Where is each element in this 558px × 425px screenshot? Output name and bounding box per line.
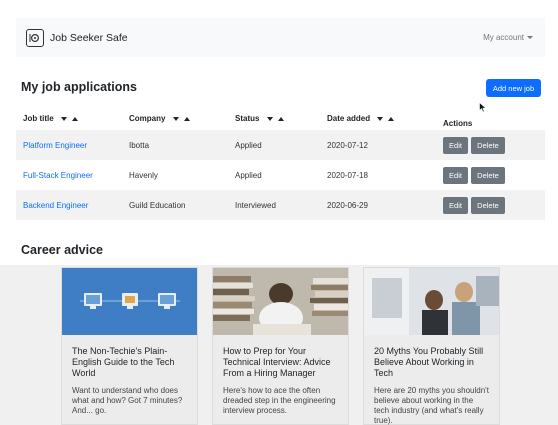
job-title-cell: Platform Engineer <box>16 130 122 160</box>
column-date-added[interactable]: Date added <box>320 107 436 130</box>
column-label: Date added <box>327 114 371 123</box>
company-cell: Ibotta <box>122 130 228 160</box>
edit-button[interactable]: Edit <box>443 136 468 154</box>
account-label: My account <box>483 33 524 42</box>
card-title[interactable]: 20 Myths You Probably Still Believe Abou… <box>374 346 489 379</box>
account-dropdown[interactable]: My account <box>483 33 533 42</box>
advice-card[interactable]: 20 Myths You Probably Still Believe Abou… <box>363 267 500 425</box>
status-cell: Interviewed <box>228 190 320 220</box>
job-title-link[interactable]: Backend Engineer <box>23 201 88 210</box>
card-body: 20 Myths You Probably Still Believe Abou… <box>364 335 499 425</box>
sort-controls <box>60 116 78 121</box>
monitors-illustration-icon <box>80 293 180 309</box>
sort-controls <box>266 116 284 121</box>
books-photo-icon <box>213 268 348 335</box>
card-image-office <box>364 268 499 335</box>
table-row: Platform Engineer Ibotta Applied 2020-07… <box>16 130 545 160</box>
delete-button[interactable]: Delete <box>471 166 505 184</box>
card-text: Here's how to ace the often dreaded step… <box>223 386 336 415</box>
card-body: How to Prep for Your Technical Interview… <box>213 335 348 416</box>
sort-desc-icon[interactable] <box>266 116 273 121</box>
column-status[interactable]: Status <box>228 107 320 130</box>
company-cell: Guild Education <box>122 190 228 220</box>
company-cell: Havenly <box>122 160 228 190</box>
sort-desc-icon[interactable] <box>377 116 384 121</box>
sort-controls <box>377 116 395 121</box>
office-photo-icon <box>364 268 499 335</box>
brand-name: Job Seeker Safe <box>50 31 128 44</box>
status-cell: Applied <box>228 160 320 190</box>
edit-button[interactable]: Edit <box>443 166 468 184</box>
card-title[interactable]: The Non-Techie's Plain-English Guide to … <box>72 346 187 379</box>
job-title-cell: Backend Engineer <box>16 190 122 220</box>
card-image-monitors <box>62 268 197 335</box>
card-text: Here are 20 myths you shouldn't believe … <box>374 386 489 425</box>
advice-card[interactable]: How to Prep for Your Technical Interview… <box>212 267 349 425</box>
date-cell: 2020-07-12 <box>320 130 436 160</box>
navbar: Job Seeker Safe My account <box>16 18 545 57</box>
status-cell: Applied <box>228 130 320 160</box>
column-label: Actions <box>443 119 473 128</box>
delete-button[interactable]: Delete <box>471 196 505 214</box>
edit-button[interactable]: Edit <box>443 196 468 214</box>
actions-cell: Edit Delete <box>436 190 545 220</box>
advice-card[interactable]: The Non-Techie's Plain-English Guide to … <box>61 267 198 425</box>
card-text: Want to understand who does what and how… <box>72 386 183 415</box>
career-advice-heading: Career advice <box>21 243 104 257</box>
table-row: Full-Stack Engineer Havenly Applied 2020… <box>16 160 545 190</box>
chevron-down-icon <box>527 36 533 39</box>
applications-heading: My job applications <box>21 80 137 94</box>
column-label: Status <box>235 114 260 123</box>
applications-table: Job title Company Status Date added Acti… <box>16 107 545 220</box>
job-title-cell: Full-Stack Engineer <box>16 160 122 190</box>
table-row: Backend Engineer Guild Education Intervi… <box>16 190 545 220</box>
sort-desc-icon[interactable] <box>172 116 179 121</box>
sort-desc-icon[interactable] <box>60 116 67 121</box>
actions-cell: Edit Delete <box>436 160 545 190</box>
sort-asc-icon[interactable] <box>183 116 190 121</box>
table-header-row: Job title Company Status Date added Acti… <box>16 107 545 130</box>
brand[interactable]: Job Seeker Safe <box>26 28 128 47</box>
column-company[interactable]: Company <box>122 107 228 130</box>
card-title[interactable]: How to Prep for Your Technical Interview… <box>223 346 338 379</box>
sort-controls <box>172 116 190 121</box>
actions-cell: Edit Delete <box>436 130 545 160</box>
sort-asc-icon[interactable] <box>277 116 284 121</box>
column-job-title[interactable]: Job title <box>16 107 122 130</box>
column-actions: Actions <box>436 107 545 130</box>
column-label: Job title <box>23 114 54 123</box>
card-image-books <box>213 268 348 335</box>
card-body: The Non-Techie's Plain-English Guide to … <box>62 335 197 416</box>
job-title-link[interactable]: Full-Stack Engineer <box>23 171 93 180</box>
add-new-job-button[interactable]: Add new job <box>486 79 541 97</box>
date-cell: 2020-07-18 <box>320 160 436 190</box>
sort-asc-icon[interactable] <box>388 116 395 121</box>
job-title-link[interactable]: Platform Engineer <box>23 141 87 150</box>
safe-icon <box>26 28 44 47</box>
delete-button[interactable]: Delete <box>471 136 505 154</box>
sort-asc-icon[interactable] <box>71 116 78 121</box>
date-cell: 2020-06-29 <box>320 190 436 220</box>
column-label: Company <box>129 114 166 123</box>
